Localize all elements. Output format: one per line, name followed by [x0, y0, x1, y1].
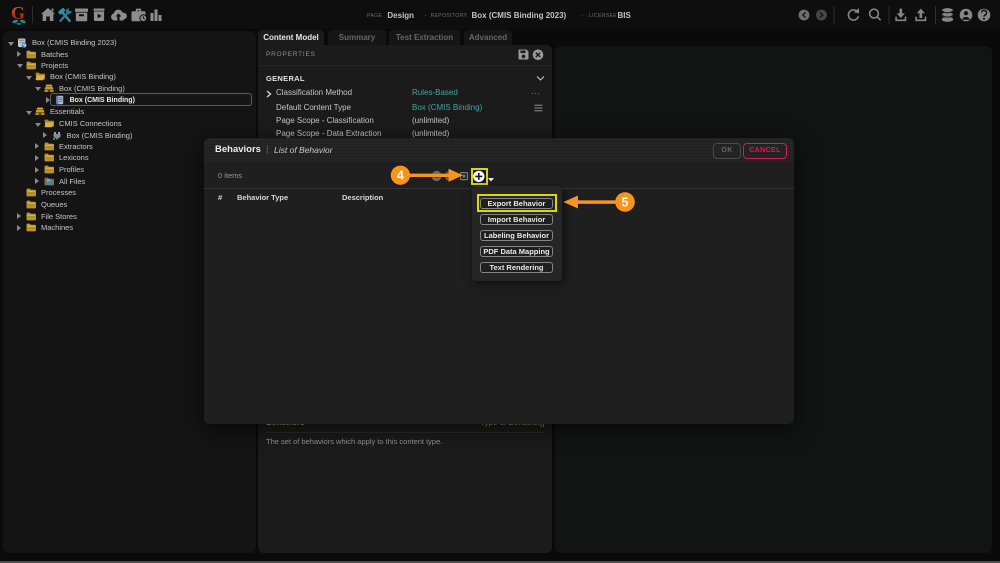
- svg-text:4: 4: [397, 168, 404, 182]
- svg-text:5: 5: [622, 195, 629, 209]
